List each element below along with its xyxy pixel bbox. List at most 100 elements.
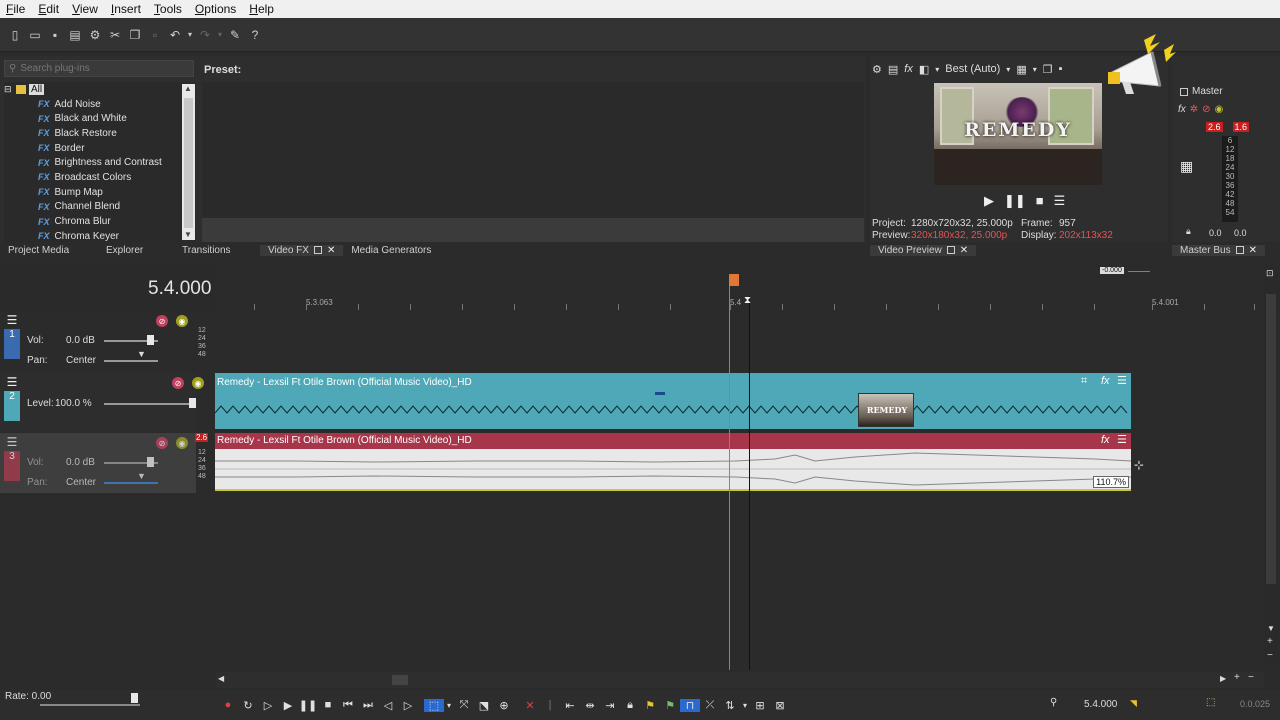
time-ruler[interactable]: 5.3.063 5.4 5.4.001 -0.000	[214, 267, 1264, 312]
tab-explorer[interactable]: Explorer	[98, 245, 174, 256]
fx-icon[interactable]: fx	[1178, 104, 1186, 115]
vertical-scroll-thumb[interactable]	[1266, 294, 1276, 584]
go-to-start-icon[interactable]: ⏮︎	[338, 699, 358, 712]
list-item[interactable]: FX Border	[4, 141, 196, 156]
region-icon[interactable]: ⚑	[660, 699, 680, 712]
pin-icon[interactable]: ⚲	[1050, 697, 1057, 708]
audio-clip[interactable]: Remedy - Lexsil Ft Otile Brown (Official…	[215, 433, 1131, 491]
ripple-dropdown-icon[interactable]: ▾	[740, 701, 750, 710]
save-snapshot-icon[interactable]: ▪	[1059, 63, 1063, 75]
tab-project-media[interactable]: Project Media	[0, 245, 98, 256]
playhead-icon[interactable]: ⧗	[744, 295, 751, 306]
quality-select[interactable]: Best (Auto)	[945, 63, 1000, 75]
pause-icon[interactable]: ❚❚	[298, 699, 318, 712]
copy-icon[interactable]: ❐	[126, 26, 144, 44]
render-icon[interactable]: ▤	[66, 26, 84, 44]
plugin-scroll-thumb[interactable]	[184, 98, 193, 228]
paste-icon[interactable]: ▫	[146, 26, 164, 44]
stop-icon[interactable]: ■	[1036, 193, 1044, 209]
menu-tools[interactable]: Tools	[148, 2, 189, 16]
grid-icon[interactable]: ▦	[1016, 63, 1026, 76]
collapse-icon[interactable]: ⊟	[4, 84, 16, 95]
menu-file[interactable]: File	[0, 2, 32, 16]
list-item[interactable]: FX Black Restore	[4, 126, 196, 141]
list-item[interactable]: FX Broadcast Colors	[4, 170, 196, 185]
loop-icon[interactable]: ↻	[238, 699, 258, 712]
preview-device-icon[interactable]: ▤	[888, 63, 898, 76]
ignore-grouping-icon[interactable]: ⊠	[770, 699, 790, 712]
menu-view[interactable]: View	[66, 2, 105, 16]
ruler-slider-line[interactable]	[1128, 271, 1150, 272]
zoom-out-icon[interactable]: −	[1248, 672, 1254, 683]
tab-video-preview[interactable]: Video Preview ✕	[870, 244, 977, 256]
search-input[interactable]: ⚲ Search plug-ins	[4, 60, 194, 77]
record-icon[interactable]: ●	[218, 699, 238, 711]
rate-slider-knob[interactable]	[131, 693, 138, 703]
undo-dropdown-icon[interactable]: ▾	[186, 26, 194, 44]
auto-crossfade-icon[interactable]: ⤫	[700, 699, 720, 712]
master-checkbox[interactable]	[1180, 87, 1188, 96]
save-icon[interactable]: ▪	[46, 26, 64, 44]
dropdown-icon[interactable]: ▾	[935, 65, 939, 74]
stop-icon[interactable]: ■	[318, 699, 338, 711]
trim-end-icon[interactable]: ⇥	[600, 699, 620, 712]
copy-snapshot-icon[interactable]: ❐	[1043, 63, 1053, 76]
undo-icon[interactable]: ↶	[166, 26, 184, 44]
undock-icon[interactable]	[313, 246, 322, 254]
next-frame-icon[interactable]: ▷	[398, 699, 418, 712]
trim-icon[interactable]: |	[540, 699, 560, 711]
previous-frame-icon[interactable]: ◁	[378, 699, 398, 712]
zoom-tool-icon[interactable]: ⊕	[494, 699, 514, 712]
zoom-out-vertical-icon[interactable]: −	[1267, 650, 1273, 661]
marker-icon[interactable]: ⚑	[640, 699, 660, 712]
tab-transitions[interactable]: Transitions	[174, 245, 260, 256]
preview-settings-gear-icon[interactable]: ⚙	[872, 63, 882, 76]
timeline-menu-icon[interactable]: ⊡	[1266, 268, 1274, 279]
zoom-in-icon[interactable]: +	[1234, 672, 1240, 683]
menu-insert[interactable]: Insert	[105, 2, 148, 16]
redo-dropdown-icon[interactable]: ▾	[216, 26, 224, 44]
pan-knob-icon[interactable]: ▼	[137, 349, 146, 359]
split-screen-icon[interactable]: ◧	[919, 63, 929, 76]
snapping-icon[interactable]: ⊓	[680, 698, 700, 712]
scroll-down-icon[interactable]: ▼	[1267, 624, 1275, 633]
menu-icon[interactable]: ☰	[1054, 193, 1066, 209]
keyframe-marker[interactable]	[655, 392, 665, 395]
menu-help[interactable]: Help	[243, 2, 281, 16]
rate-slider[interactable]	[40, 704, 140, 706]
split-icon[interactable]: ⇹	[580, 699, 600, 712]
close-icon[interactable]: ✕	[1249, 245, 1257, 256]
close-icon[interactable]: ✕	[960, 245, 968, 256]
video-fx-icon[interactable]: fx	[904, 63, 913, 75]
level-slider[interactable]	[104, 403, 194, 405]
list-item[interactable]: FX Chroma Blur	[4, 214, 196, 229]
tab-video-fx[interactable]: Video FX ✕	[260, 244, 344, 256]
level-slider-knob[interactable]	[189, 398, 196, 408]
scroll-down-icon[interactable]: ▼	[184, 230, 192, 239]
fx-icon[interactable]: fx	[1101, 434, 1110, 446]
list-item[interactable]: FX Bump Map	[4, 185, 196, 200]
ripple-edit-icon[interactable]: ⇅	[720, 699, 740, 712]
mute-icon[interactable]: ⊘	[172, 377, 184, 389]
normal-edit-tool-icon[interactable]: ⬚	[424, 698, 444, 712]
open-folder-icon[interactable]: ▭	[26, 26, 44, 44]
pause-icon[interactable]: ❚❚	[1004, 193, 1026, 209]
list-item[interactable]: FX Channel Blend	[4, 200, 196, 215]
tool-icon[interactable]: ✎	[226, 26, 244, 44]
grid-dropdown-icon[interactable]: ▾	[1033, 65, 1037, 74]
play-icon[interactable]: ▶	[984, 193, 994, 209]
scroll-left-icon[interactable]: ◀	[218, 674, 224, 683]
list-item[interactable]: FX Add Noise	[4, 97, 196, 112]
selection-tool-icon[interactable]: ⬔	[474, 699, 494, 712]
track-menu-icon[interactable]: ☰	[7, 313, 18, 327]
mute-icon[interactable]: ⊘	[156, 315, 168, 327]
timeline-vertical-scrollbar[interactable]: ▼ + −	[1264, 284, 1278, 664]
menu-edit[interactable]: Edit	[32, 2, 66, 16]
list-item[interactable]: FX Chroma Keyer	[4, 229, 196, 242]
menu-options[interactable]: Options	[189, 2, 243, 16]
tree-root[interactable]: ⊟ All	[4, 82, 196, 97]
track-2-header[interactable]: ☰ 2 ⊘ ◉ Level: 100.0 %	[0, 373, 204, 431]
automation-icon[interactable]: ✲	[1190, 104, 1198, 115]
video-clip[interactable]: Remedy - Lexsil Ft Otile Brown (Official…	[215, 373, 1131, 429]
pan-slider[interactable]	[104, 360, 158, 362]
